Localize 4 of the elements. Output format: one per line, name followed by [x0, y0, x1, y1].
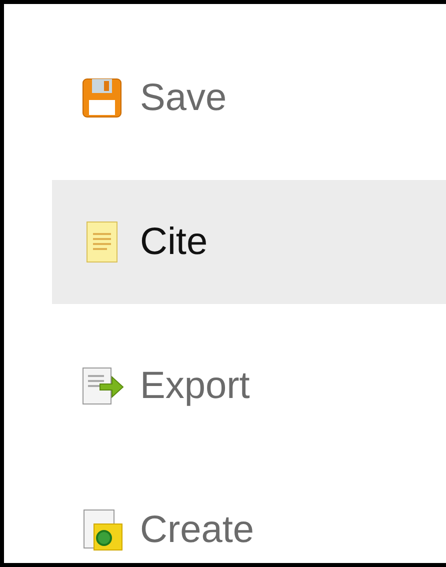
menu-item[interactable]: Cite [52, 180, 446, 304]
menu-item[interactable]: Save [52, 36, 446, 160]
menu-item[interactable]: Export [52, 324, 446, 448]
menu-item[interactable]: Create [52, 468, 446, 563]
